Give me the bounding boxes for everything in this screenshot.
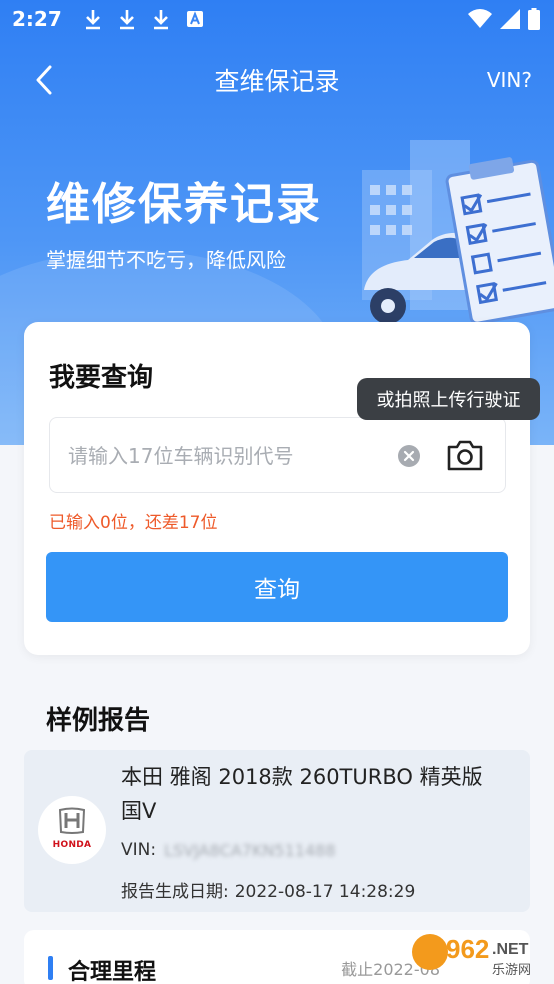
sample-report-card[interactable]: HONDA 本田 雅阁 2018款 260TURBO 精英版 国V VIN: L… <box>24 750 530 912</box>
battery-icon <box>528 8 540 30</box>
mileage-title: 合理里程 <box>68 960 157 984</box>
upload-license-tooltip[interactable]: 或拍照上传行驶证 <box>357 378 540 420</box>
vin-help-link[interactable]: VIN? <box>487 68 532 92</box>
vin-field <box>49 417 506 493</box>
wifi-icon <box>468 9 492 28</box>
honda-logo: HONDA <box>38 796 106 864</box>
font-app-icon <box>186 11 203 27</box>
nav-bar: 查维保记录 VIN? <box>0 48 554 112</box>
vin-label: VIN: <box>121 840 157 860</box>
download-icon <box>153 10 168 30</box>
brand-text: HONDA <box>52 840 92 850</box>
honda-h-icon <box>58 807 86 834</box>
report-date-label: 报告生成日期: <box>121 882 229 902</box>
watermark-digits: 962 <box>446 934 489 964</box>
car-checklist-illustration <box>362 140 554 325</box>
section-marker <box>48 956 53 980</box>
input-count-hint: 已输入0位，还差17位 <box>49 513 218 533</box>
vin-row: VIN: LSVJA8CA7KN511488 <box>121 840 336 860</box>
vin-input[interactable] <box>68 436 368 476</box>
report-date-row: 报告生成日期: 2022-08-17 14:28:29 <box>121 877 415 902</box>
camera-icon[interactable] <box>446 438 484 472</box>
watermark-sub: 乐游网 <box>492 963 531 978</box>
query-title: 我要查询 <box>49 363 154 393</box>
sample-report-heading: 样例报告 <box>46 706 151 736</box>
site-watermark: 962 .NET 乐游网 <box>412 934 531 978</box>
download-icon <box>119 10 134 30</box>
signal-icon <box>500 9 520 29</box>
car-model-name: 本田 雅阁 2018款 260TURBO 精英版 国V <box>121 765 483 823</box>
status-time: 2:27 <box>12 7 62 31</box>
page-title: 查维保记录 <box>214 67 340 96</box>
vin-value: LSVJA8CA7KN511488 <box>164 840 336 860</box>
download-icon <box>85 10 100 30</box>
query-button[interactable]: 查询 <box>46 552 508 622</box>
hero-title: 维修保养记录 <box>46 179 322 230</box>
status-bar: 2:27 <box>0 0 554 38</box>
watermark-suffix: .NET <box>492 941 529 958</box>
query-card: 我要查询 已输入0位，还差17位 查询 <box>24 322 530 655</box>
clear-icon[interactable] <box>397 444 421 468</box>
hero-subtitle: 掌握细节不吃亏，降低风险 <box>46 248 286 272</box>
report-date-value: 2022-08-17 14:28:29 <box>234 882 416 902</box>
